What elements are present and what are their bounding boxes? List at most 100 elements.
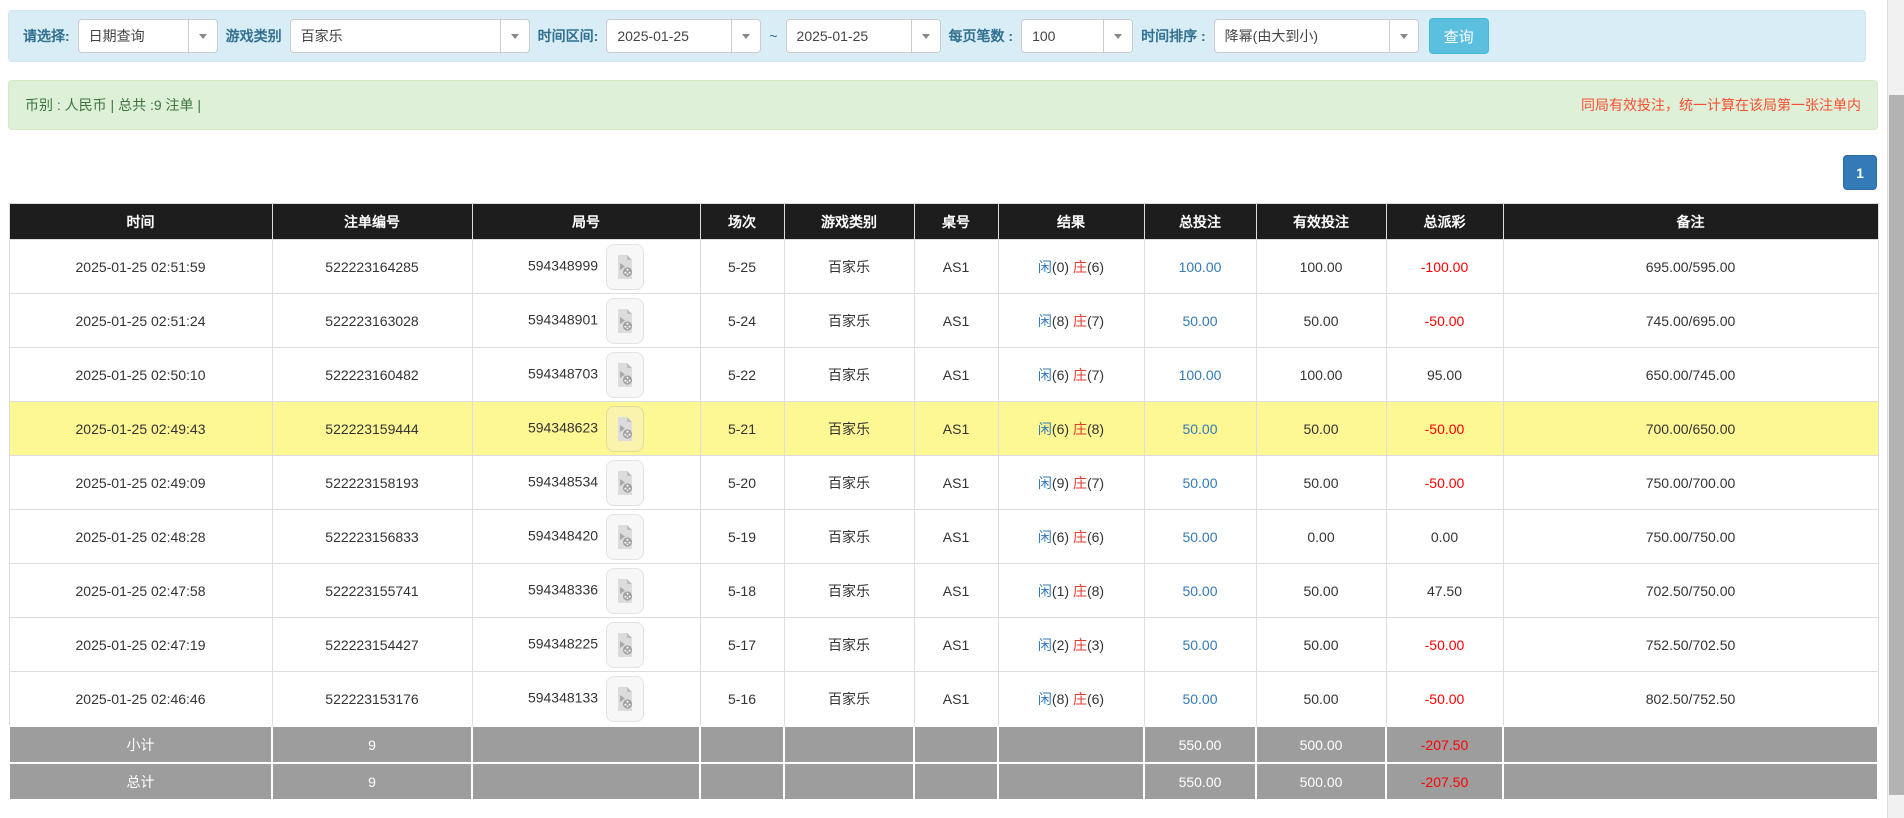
video-replay-icon[interactable] (606, 567, 645, 614)
result-banker-label: 庄 (1072, 258, 1087, 275)
table-row: 2025-01-25 02:47:58 522223155741 5943483… (8, 563, 1879, 618)
total-bet-link[interactable]: 50.00 (1182, 313, 1217, 329)
select-date-from[interactable]: 2025-01-25 (606, 19, 762, 53)
cell-round: 594348999 (471, 239, 701, 294)
cell-result: 闲(9) 庄(7) (997, 455, 1145, 510)
cell-table-no: AS1 (913, 617, 999, 672)
video-replay-icon[interactable] (606, 621, 645, 668)
video-replay-icon[interactable] (606, 297, 645, 344)
chevron-down-icon[interactable] (731, 20, 760, 52)
cell-round: 594348225 (471, 617, 701, 672)
cell-valid-bet: 100.00 (1255, 347, 1387, 402)
result-banker-score: (6) (1086, 690, 1105, 707)
cell-session: 5-24 (699, 293, 785, 348)
cell-time: 2025-01-25 02:47:19 (8, 617, 273, 672)
range-separator: ~ (769, 28, 778, 44)
table-row: 2025-01-25 02:50:10 522223160482 5943487… (8, 347, 1879, 402)
cell-bet-id: 522223160482 (271, 347, 473, 402)
video-replay-icon[interactable] (606, 243, 645, 290)
chevron-down-icon[interactable] (910, 20, 940, 52)
page-button-1[interactable]: 1 (1843, 155, 1877, 190)
result-banker-score: (6) (1086, 528, 1105, 545)
select-query-type[interactable]: 日期查询 (77, 19, 218, 53)
chevron-down-icon[interactable] (499, 20, 529, 52)
result-banker-score: (8) (1086, 420, 1105, 437)
total-bet-link[interactable]: 50.00 (1182, 475, 1217, 491)
cell-table-no: AS1 (913, 455, 999, 510)
filter-label: 每页笔数 : (948, 28, 1014, 44)
video-replay-icon[interactable] (606, 459, 645, 506)
result-player-label: 闲 (1037, 636, 1052, 653)
cell-total-bet: 100.00 (1143, 347, 1257, 402)
cell-remark: 752.50/702.50 (1502, 617, 1879, 672)
video-replay-icon[interactable] (606, 513, 645, 560)
select-time-sort[interactable]: 降幂(由大到小) (1213, 19, 1419, 53)
result-banker-score: (6) (1086, 258, 1105, 275)
cell-total-bet: 100.00 (1143, 239, 1257, 294)
result-player-score: (6) (1051, 366, 1070, 383)
cell-payout: 47.50 (1385, 563, 1504, 618)
cell-time: 2025-01-25 02:48:28 (8, 509, 273, 564)
video-replay-icon[interactable] (606, 405, 645, 452)
cell-time: 2025-01-25 02:49:09 (8, 455, 273, 510)
cell-remark: 695.00/595.00 (1502, 239, 1879, 294)
cell-result: 闲(6) 庄(8) (997, 401, 1145, 456)
filter-select-value: 2025-01-25 (796, 28, 869, 44)
column-header: 有效投注 (1255, 203, 1387, 240)
total-bet-link[interactable]: 50.00 (1182, 529, 1217, 545)
cell-round: 594348133 (471, 671, 701, 727)
summary-row: 小计 9 550.00 500.00 -207.50 (8, 725, 1879, 764)
video-replay-icon[interactable] (606, 675, 645, 722)
cell-session: 5-21 (699, 401, 785, 456)
scrollbar-thumb[interactable] (1889, 95, 1904, 795)
footer-total-bet: 550.00 (1143, 762, 1257, 801)
cell-game: 百家乐 (783, 509, 915, 564)
table-row: 2025-01-25 02:46:46 522223153176 5943481… (8, 671, 1879, 727)
select-date-to[interactable]: 2025-01-25 (785, 19, 941, 53)
select-game-category[interactable]: 百家乐 (289, 19, 530, 53)
cell-valid-bet: 50.00 (1255, 455, 1387, 510)
cell-payout: -50.00 (1385, 455, 1504, 510)
cell-table-no: AS1 (913, 239, 999, 294)
cell-result: 闲(1) 庄(8) (997, 563, 1145, 618)
result-banker-label: 庄 (1072, 582, 1087, 599)
cell-round: 594348534 (471, 455, 701, 510)
cell-bet-id: 522223153176 (271, 671, 473, 727)
cell-payout: -50.00 (1385, 401, 1504, 456)
cell-payout: -50.00 (1385, 293, 1504, 348)
chevron-down-icon[interactable] (187, 20, 217, 52)
column-header: 总派彩 (1385, 203, 1504, 240)
cell-round: 594348901 (471, 293, 701, 348)
search-button[interactable]: 查询 (1428, 18, 1489, 54)
table-body: 2025-01-25 02:51:59 522223164285 5943489… (8, 239, 1879, 727)
total-bet-link[interactable]: 50.00 (1182, 637, 1217, 653)
cell-result: 闲(8) 庄(7) (997, 293, 1145, 348)
select-page-size[interactable]: 100 (1021, 19, 1134, 53)
total-bet-link[interactable]: 100.00 (1179, 367, 1222, 383)
cell-payout: 95.00 (1385, 347, 1504, 402)
cell-valid-bet: 50.00 (1255, 617, 1387, 672)
result-player-score: (2) (1051, 636, 1070, 653)
footer-payout: -207.50 (1385, 725, 1504, 764)
cell-table-no: AS1 (913, 563, 999, 618)
total-bet-link[interactable]: 50.00 (1182, 583, 1217, 599)
table-row: 2025-01-25 02:48:28 522223156833 5943484… (8, 509, 1879, 564)
cell-remark: 802.50/752.50 (1502, 671, 1879, 727)
cell-total-bet: 50.00 (1143, 509, 1257, 564)
result-banker-label: 庄 (1072, 420, 1087, 437)
result-player-label: 闲 (1037, 474, 1052, 491)
cell-bet-id: 522223159444 (271, 401, 473, 456)
cell-valid-bet: 50.00 (1255, 293, 1387, 348)
cell-round: 594348623 (471, 401, 701, 456)
total-bet-link[interactable]: 50.00 (1182, 421, 1217, 437)
total-bet-link[interactable]: 100.00 (1179, 259, 1222, 275)
bet-records-table: 时间 注单编号 局号 场次 游戏类别 桌号 结果 总投注 有效投注 总派彩 备注 2025-01-2… (8, 203, 1879, 801)
video-replay-icon[interactable] (606, 351, 645, 398)
scrollbar[interactable] (1887, 0, 1904, 818)
cell-total-bet: 50.00 (1143, 293, 1257, 348)
chevron-down-icon[interactable] (1388, 20, 1418, 52)
footer-count: 9 (271, 762, 473, 801)
cell-valid-bet: 0.00 (1255, 509, 1387, 564)
total-bet-link[interactable]: 50.00 (1182, 691, 1217, 707)
chevron-down-icon[interactable] (1103, 20, 1132, 52)
